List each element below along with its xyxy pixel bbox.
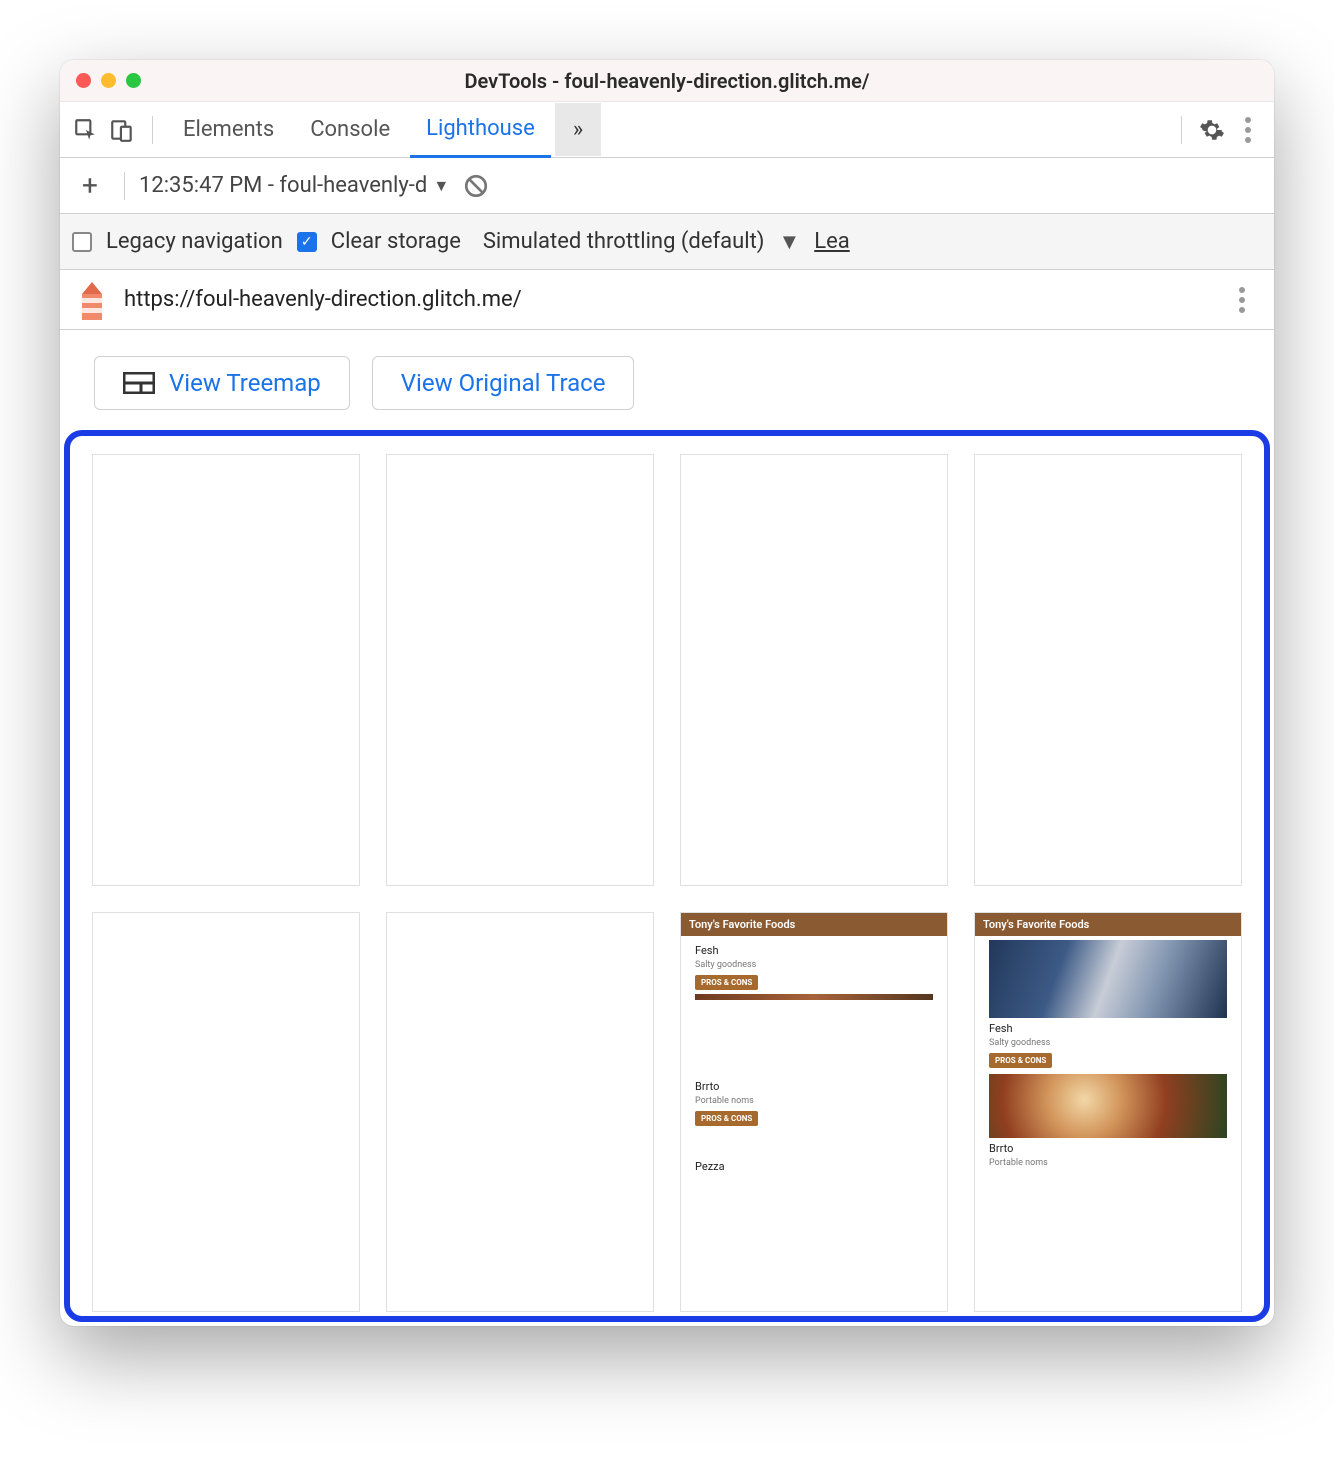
filmstrip-frame[interactable]: Tony's Favorite Foods Fesh Salty goodnes… <box>680 912 948 1312</box>
mini-pros-cons-button: PROS & CONS <box>989 1053 1052 1068</box>
view-original-trace-label: View Original Trace <box>401 369 606 397</box>
mini-item-subtitle: Portable noms <box>695 1096 933 1106</box>
tab-lighthouse[interactable]: Lighthouse <box>410 102 551 158</box>
clear-storage-label: Clear storage <box>331 229 461 254</box>
report-actions: View Treemap View Original Trace <box>60 330 1274 430</box>
new-report-button[interactable]: + <box>70 169 110 202</box>
panel-tabstrip: Elements Console Lighthouse » <box>60 102 1274 158</box>
mini-item-subtitle: Portable noms <box>989 1158 1227 1168</box>
report-dropdown-label: 12:35:47 PM - foul-heavenly-d <box>139 173 427 198</box>
tab-console[interactable]: Console <box>294 103 406 156</box>
audited-url-text: https://foul-heavenly-direction.glitch.m… <box>124 287 1210 312</box>
window-title: DevTools - foul-heavenly-direction.glitc… <box>60 69 1274 93</box>
filmstrip-frame[interactable] <box>92 912 360 1312</box>
learn-more-link[interactable]: Lea <box>814 229 849 254</box>
device-toolbar-icon[interactable] <box>106 114 138 146</box>
mini-page-header: Tony's Favorite Foods <box>975 913 1241 936</box>
close-window-button[interactable] <box>76 73 91 88</box>
clear-icon[interactable] <box>463 173 489 199</box>
report-selector-bar: + 12:35:47 PM - foul-heavenly-d ▼ <box>60 158 1274 214</box>
filmstrip-frame[interactable] <box>92 454 360 886</box>
chevron-down-icon: ▼ <box>433 176 449 196</box>
mini-item-title: Pezza <box>695 1160 933 1173</box>
chevron-down-icon[interactable]: ▼ <box>778 229 800 255</box>
titlebar: DevTools - foul-heavenly-direction.glitc… <box>60 60 1274 102</box>
mini-item-title: Fesh <box>695 944 933 957</box>
inspect-icon[interactable] <box>70 114 102 146</box>
view-treemap-label: View Treemap <box>169 369 321 397</box>
treemap-icon <box>123 372 155 394</box>
minimize-window-button[interactable] <box>101 73 116 88</box>
audited-url-bar: https://foul-heavenly-direction.glitch.m… <box>60 270 1274 330</box>
audit-options-bar: Legacy navigation ✓ Clear storage Simula… <box>60 214 1274 270</box>
mini-item-title: Brrto <box>989 1142 1227 1155</box>
mini-item-title: Brrto <box>695 1080 933 1093</box>
view-treemap-button[interactable]: View Treemap <box>94 356 350 410</box>
settings-icon[interactable] <box>1196 114 1228 146</box>
mini-item-image <box>989 940 1227 1018</box>
devtools-window: DevTools - foul-heavenly-direction.glitc… <box>60 60 1274 1326</box>
filmstrip: Tony's Favorite Foods Fesh Salty goodnes… <box>92 454 1242 1312</box>
traffic-lights <box>76 73 141 88</box>
maximize-window-button[interactable] <box>126 73 141 88</box>
throttling-label: Simulated throttling (default) <box>483 229 765 254</box>
tab-elements[interactable]: Elements <box>167 103 290 156</box>
legacy-navigation-checkbox[interactable] <box>72 232 92 252</box>
mini-item-image <box>989 1074 1227 1138</box>
filmstrip-frame[interactable] <box>974 454 1242 886</box>
mini-item-title: Fesh <box>989 1022 1227 1035</box>
lighthouse-icon <box>76 280 108 320</box>
report-menu-icon[interactable] <box>1226 284 1258 316</box>
more-tabs-button[interactable]: » <box>555 103 601 156</box>
mini-pros-cons-button: PROS & CONS <box>695 1111 758 1126</box>
filmstrip-frame[interactable] <box>680 454 948 886</box>
legacy-navigation-label: Legacy navigation <box>106 229 283 254</box>
report-dropdown[interactable]: 12:35:47 PM - foul-heavenly-d ▼ <box>139 173 449 198</box>
filmstrip-frame[interactable] <box>386 454 654 886</box>
mini-page-header: Tony's Favorite Foods <box>681 913 947 936</box>
filmstrip-frame[interactable]: Tony's Favorite Foods Fesh Salty goodnes… <box>974 912 1242 1312</box>
mini-pros-cons-button: PROS & CONS <box>695 975 758 990</box>
more-options-icon[interactable] <box>1232 114 1264 146</box>
mini-item-subtitle: Salty goodness <box>989 1038 1227 1048</box>
view-original-trace-button[interactable]: View Original Trace <box>372 356 635 410</box>
clear-storage-checkbox[interactable]: ✓ <box>297 232 317 252</box>
filmstrip-frame[interactable] <box>386 912 654 1312</box>
filmstrip-highlight: Tony's Favorite Foods Fesh Salty goodnes… <box>64 430 1270 1322</box>
mini-item-image <box>695 994 933 1000</box>
mini-item-subtitle: Salty goodness <box>695 960 933 970</box>
